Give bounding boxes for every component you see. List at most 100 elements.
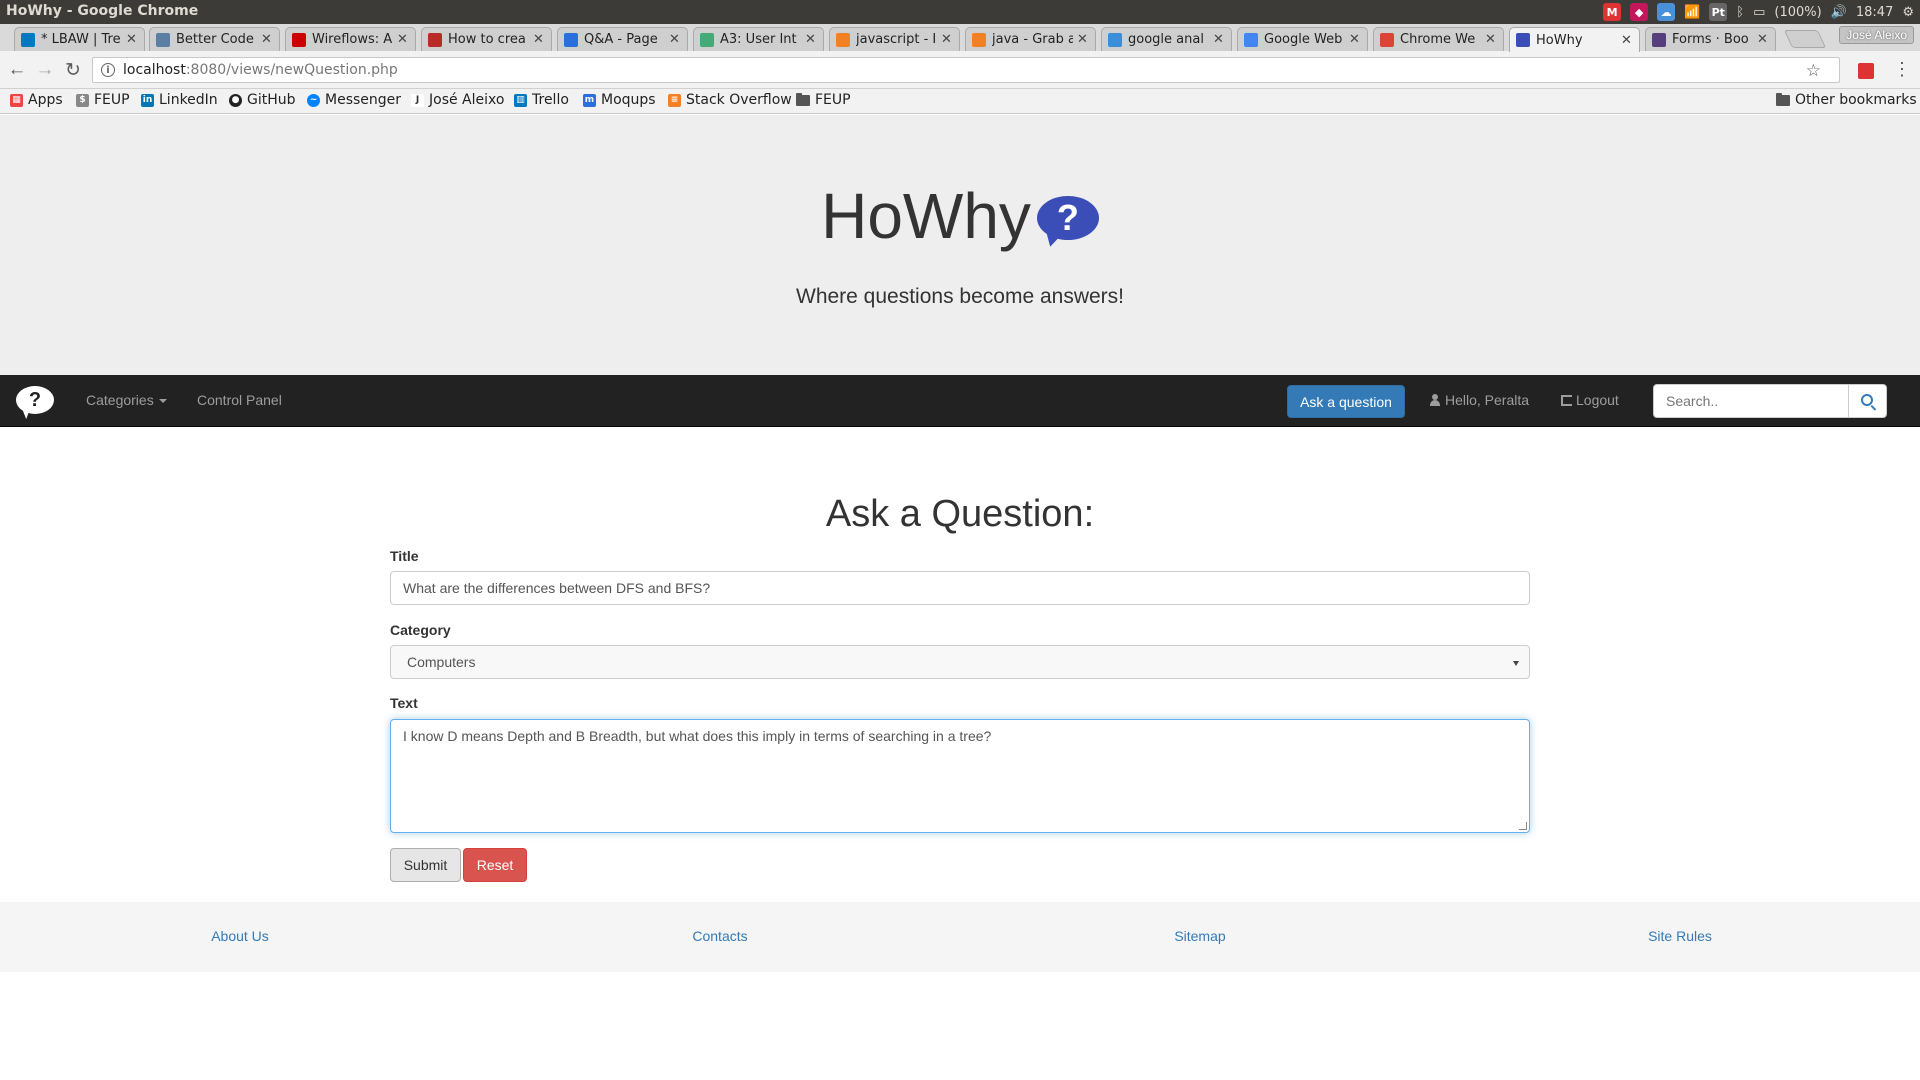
moqups-icon — [564, 32, 578, 47]
footer-link-sitemap[interactable]: Sitemap — [960, 928, 1440, 944]
close-tab-icon[interactable]: ✕ — [1621, 33, 1633, 48]
wifi-icon[interactable]: 📶 — [1684, 5, 1700, 20]
logout-link[interactable]: Logout — [1561, 392, 1619, 408]
extension-icon[interactable] — [1858, 63, 1874, 79]
bookmark-trello[interactable]: ▥ Trello — [514, 92, 569, 108]
analytics-icon — [1108, 32, 1122, 47]
settings-gear-icon[interactable]: ⚙ — [1902, 5, 1914, 20]
category-select[interactable]: Computers — [390, 645, 1530, 679]
reset-button[interactable]: Reset — [463, 848, 527, 882]
close-tab-icon[interactable]: ✕ — [1213, 32, 1225, 47]
address-bar[interactable]: i localhost:8080/views/newQuestion.php ☆ — [92, 57, 1840, 83]
browser-tab[interactable]: Forms · Boo ✕ — [1645, 27, 1776, 51]
battery-icon[interactable]: ▭ — [1753, 5, 1765, 20]
browser-tab[interactable]: Q&A - Page ✕ — [557, 27, 688, 51]
github-icon: ● — [229, 93, 242, 107]
browser-tab[interactable]: google anal ✕ — [1101, 27, 1232, 51]
close-tab-icon[interactable]: ✕ — [669, 32, 681, 47]
home-logo-icon[interactable]: ? — [16, 386, 54, 414]
bootstrap-icon — [1652, 32, 1666, 47]
clock[interactable]: 18:47 — [1856, 5, 1893, 20]
browser-tab[interactable]: Better Code ✕ — [149, 27, 280, 51]
feup-icon: $ — [76, 93, 89, 107]
footer-link-contacts[interactable]: Contacts — [480, 928, 960, 944]
bookmark-stackoverflow[interactable]: ≡ Stack Overflow — [668, 92, 792, 108]
battery-percent: (100%) — [1774, 4, 1822, 20]
j-icon: J — [411, 93, 424, 107]
bookmark-feup[interactable]: $ FEUP — [76, 92, 130, 108]
chrome-menu-icon[interactable]: ⋮ — [1893, 59, 1911, 80]
bookmark-jose-aleixo[interactable]: J José Aleixo — [411, 92, 504, 108]
chrome-icon — [1380, 32, 1394, 47]
volume-icon[interactable]: 🔊 — [1831, 5, 1847, 20]
submit-button[interactable]: Submit — [390, 848, 461, 882]
site-brand: HoWhy ? — [0, 179, 1920, 253]
close-tab-icon[interactable]: ✕ — [533, 32, 545, 47]
close-tab-icon[interactable]: ✕ — [1349, 32, 1361, 47]
browser-tab[interactable]: * LBAW | Tre ✕ — [14, 27, 145, 51]
quora-icon — [428, 32, 442, 47]
window-title: HoWhy - Google Chrome — [6, 3, 199, 19]
extension-icon[interactable]: ◆ — [1630, 3, 1649, 21]
browser-tab[interactable]: javascript - I ✕ — [829, 27, 960, 51]
folder-icon — [796, 92, 810, 106]
bookmark-messenger[interactable]: ~ Messenger — [307, 92, 401, 108]
close-tab-icon[interactable]: ✕ — [261, 32, 273, 47]
browser-tab[interactable]: A3: User Int ✕ — [693, 27, 824, 51]
close-tab-icon[interactable]: ✕ — [397, 32, 409, 47]
close-tab-icon[interactable]: ✕ — [1077, 32, 1089, 47]
messenger-icon: ~ — [307, 93, 320, 107]
jumbotron: HoWhy ? Where questions become answers! — [0, 115, 1920, 375]
keyboard-layout-indicator[interactable]: Pt — [1709, 3, 1728, 21]
bluetooth-icon[interactable]: ᛒ — [1736, 5, 1744, 20]
text-textarea[interactable]: I know D means Depth and B Breadth, but … — [390, 719, 1530, 833]
close-tab-icon[interactable]: ✕ — [1757, 32, 1769, 47]
browser-tab[interactable]: Wireflows: A ✕ — [285, 27, 416, 51]
trello-icon — [21, 32, 35, 47]
bookmark-moqups[interactable]: m Moqups — [583, 92, 656, 108]
other-bookmarks[interactable]: Other bookmarks — [1776, 92, 1917, 108]
control-panel-link[interactable]: Control Panel — [197, 392, 282, 408]
footer-link-site-rules[interactable]: Site Rules — [1440, 928, 1920, 944]
reload-icon[interactable]: ↻ — [62, 59, 84, 81]
moqups-icon: m — [583, 93, 596, 107]
close-tab-icon[interactable]: ✕ — [1485, 32, 1497, 47]
os-top-bar: HoWhy - Google Chrome M ◆ ☁ 📶 Pt ᛒ ▭ (10… — [0, 0, 1920, 24]
browser-tab[interactable]: Google Web ✕ — [1237, 27, 1368, 51]
close-tab-icon[interactable]: ✕ — [941, 32, 953, 47]
forward-arrow-icon[interactable]: → — [34, 59, 56, 81]
cloud-icon[interactable]: ☁ — [1657, 3, 1676, 21]
form-heading: Ask a Question: — [825, 493, 1095, 535]
bookmark-star-icon[interactable]: ☆ — [1806, 61, 1821, 81]
brand-title: HoWhy — [821, 180, 1031, 252]
url-path: :8080/views/newQuestion.php — [185, 62, 398, 78]
categories-dropdown[interactable]: Categories — [86, 392, 167, 408]
gmail-icon[interactable]: M — [1603, 3, 1622, 21]
footer-link-about[interactable]: About Us — [0, 928, 480, 944]
browser-tab[interactable]: Chrome We ✕ — [1373, 27, 1504, 51]
new-tab-button[interactable] — [1783, 30, 1827, 48]
browser-tab[interactable]: How to crea ✕ — [421, 27, 552, 51]
browser-tab[interactable]: java - Grab a ✕ — [965, 27, 1096, 51]
bookmark-folder-feup[interactable]: FEUP — [796, 92, 851, 108]
nn-icon — [292, 32, 306, 47]
close-tab-icon[interactable]: ✕ — [805, 32, 817, 47]
bookmark-apps[interactable]: ▦ Apps — [10, 92, 63, 108]
title-input[interactable]: What are the differences between DFS and… — [390, 571, 1530, 605]
google-icon — [1244, 32, 1258, 47]
info-icon[interactable]: i — [101, 63, 115, 77]
search-input[interactable] — [1653, 384, 1849, 418]
browser-tab-active[interactable]: HoWhy ✕ — [1509, 27, 1640, 52]
resize-handle-icon[interactable] — [1519, 822, 1527, 830]
back-arrow-icon[interactable]: ← — [6, 59, 28, 81]
text-label: Text — [390, 695, 418, 711]
close-tab-icon[interactable]: ✕ — [126, 32, 138, 47]
ask-question-button[interactable]: Ask a question — [1287, 385, 1405, 418]
bookmark-linkedin[interactable]: in LinkedIn — [141, 92, 218, 108]
url-host: localhost — [123, 62, 186, 78]
user-greeting-link[interactable]: Hello, Peralta — [1430, 392, 1529, 408]
bookmark-github[interactable]: ● GitHub — [229, 92, 296, 108]
linkedin-icon: in — [141, 93, 154, 107]
search-button[interactable] — [1848, 384, 1887, 418]
profile-button[interactable]: José Aleixo — [1839, 26, 1914, 44]
